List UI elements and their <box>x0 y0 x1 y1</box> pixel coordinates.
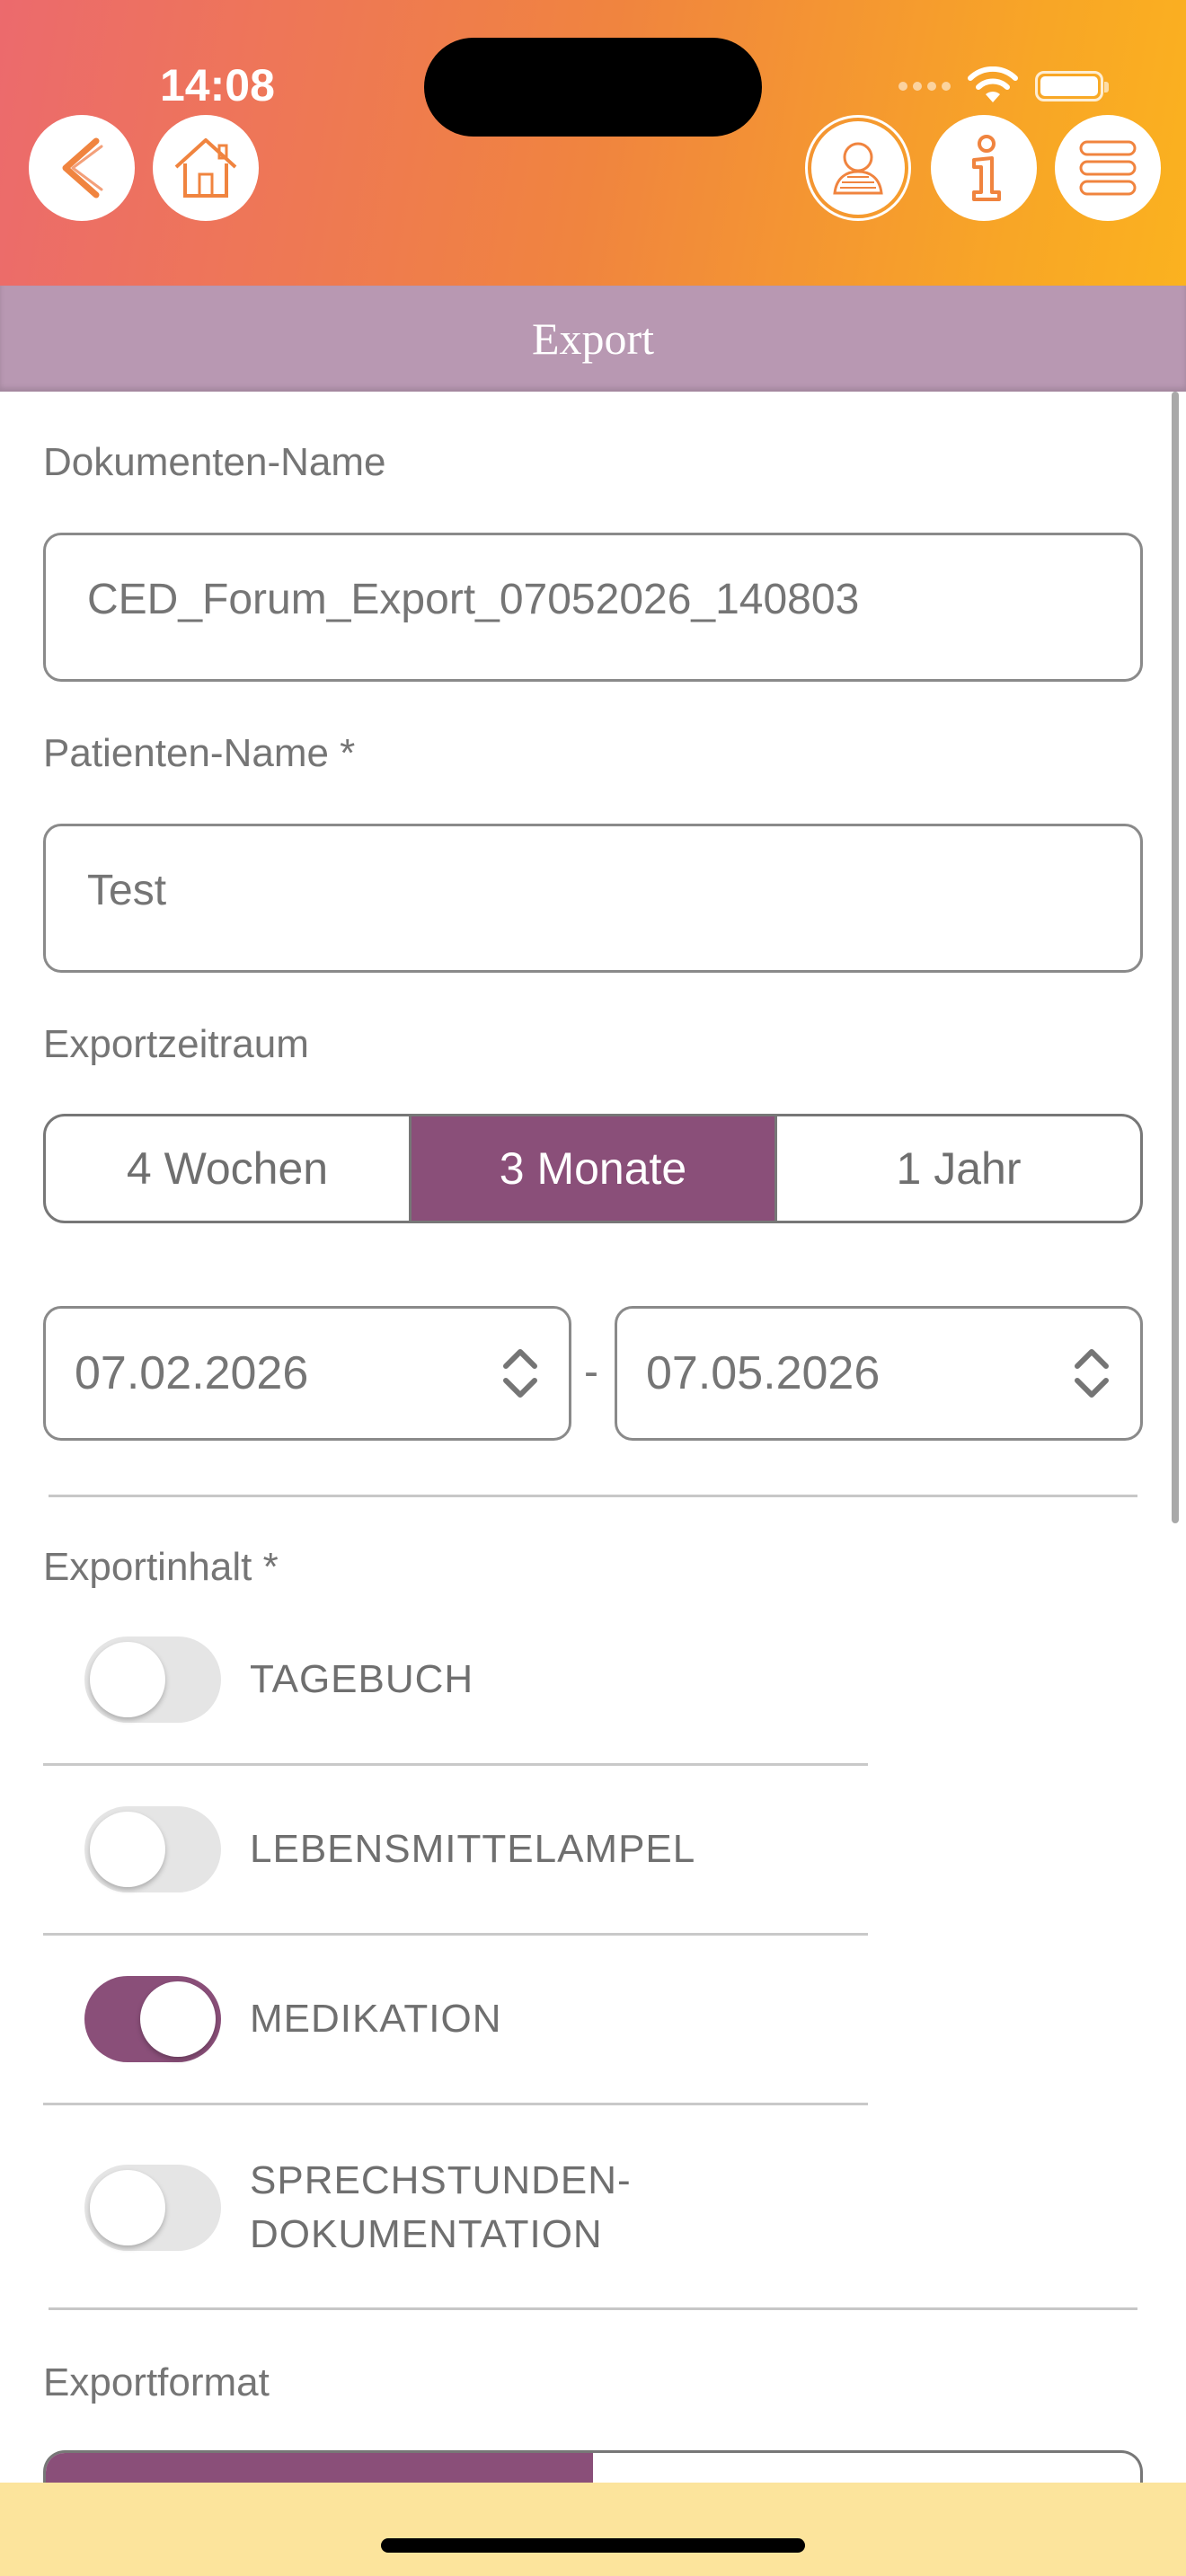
menu-button[interactable] <box>1055 115 1161 221</box>
section-divider <box>49 1495 1137 1497</box>
up-down-chevron-icon <box>1072 1345 1111 1402</box>
patient-name-input[interactable] <box>87 865 1140 915</box>
patient-name-field[interactable] <box>43 824 1143 973</box>
row-divider <box>43 1763 868 1766</box>
user-profile-icon <box>833 142 883 195</box>
export-format-label: Exportformat <box>43 2360 270 2404</box>
scrollbar[interactable] <box>1172 392 1179 1523</box>
app-header: 14:08 <box>0 0 1186 286</box>
export-content-label: Exportinhalt * <box>43 1545 279 1589</box>
date-range-separator: - <box>584 1348 598 1396</box>
home-indicator[interactable] <box>381 2538 805 2553</box>
toggle-row-medikation: MEDIKATION <box>84 1976 502 2062</box>
toggle-label: MEDIKATION <box>250 1997 502 2041</box>
up-down-chevron-icon <box>500 1345 540 1402</box>
info-button[interactable] <box>931 115 1037 221</box>
sprechstunden-dokumentation-toggle[interactable] <box>84 2165 221 2251</box>
page-title-bar: Export <box>0 286 1186 392</box>
page-title: Export <box>531 313 655 364</box>
footer-bar <box>0 2483 1186 2576</box>
tagebuch-toggle[interactable] <box>84 1636 221 1723</box>
menu-icon <box>1079 140 1137 196</box>
back-button[interactable] <box>29 115 135 221</box>
toggle-row-lebensmittelampel: LEBENSMITTELAMPEL <box>84 1806 695 1892</box>
patient-name-label: Patienten-Name * <box>43 731 356 775</box>
date-from-picker[interactable]: 07.02.2026 <box>43 1306 571 1441</box>
section-divider <box>49 2307 1137 2310</box>
toggle-label-line: DOKUMENTATION <box>250 2212 603 2256</box>
cellular-signal-icon <box>898 82 951 91</box>
toggle-label: SPRECHSTUNDEN- DOKUMENTATION <box>250 2154 632 2262</box>
row-divider <box>43 1933 868 1936</box>
lebensmittelampel-toggle[interactable] <box>84 1806 221 1892</box>
document-name-label: Dokumenten-Name <box>43 440 386 484</box>
date-to-value: 07.05.2026 <box>646 1347 881 1399</box>
toggle-label: TAGEBUCH <box>250 1657 474 1701</box>
period-option-1-year[interactable]: 1 Jahr <box>777 1116 1140 1221</box>
date-to-picker[interactable]: 07.05.2026 <box>615 1306 1143 1441</box>
profile-button[interactable] <box>805 115 911 221</box>
export-period-selector: 4 Wochen 3 Monate 1 Jahr <box>43 1114 1143 1223</box>
toggle-label: LEBENSMITTELAMPEL <box>250 1827 696 1871</box>
export-period-label: Exportzeitraum <box>43 1022 309 1066</box>
toggle-label-line: SPRECHSTUNDEN- <box>250 2158 632 2202</box>
battery-icon <box>1035 71 1109 101</box>
info-icon <box>972 135 1001 201</box>
row-divider <box>43 2103 868 2105</box>
period-option-4-weeks[interactable]: 4 Wochen <box>46 1116 412 1221</box>
status-time: 14:08 <box>160 60 275 110</box>
document-name-field[interactable] <box>43 533 1143 682</box>
home-icon <box>174 138 237 198</box>
toggle-row-sprechstunden: SPRECHSTUNDEN- DOKUMENTATION <box>84 2154 632 2262</box>
wifi-icon <box>968 66 1018 102</box>
home-button[interactable] <box>153 115 259 221</box>
back-arrow-icon <box>62 137 103 198</box>
document-name-input[interactable] <box>87 574 1140 624</box>
period-option-3-months[interactable]: 3 Monate <box>412 1116 777 1221</box>
status-icons <box>898 66 1109 106</box>
medikation-toggle[interactable] <box>84 1976 221 2062</box>
dynamic-island <box>424 38 762 137</box>
date-from-value: 07.02.2026 <box>75 1347 309 1399</box>
toggle-row-tagebuch: TAGEBUCH <box>84 1636 474 1723</box>
